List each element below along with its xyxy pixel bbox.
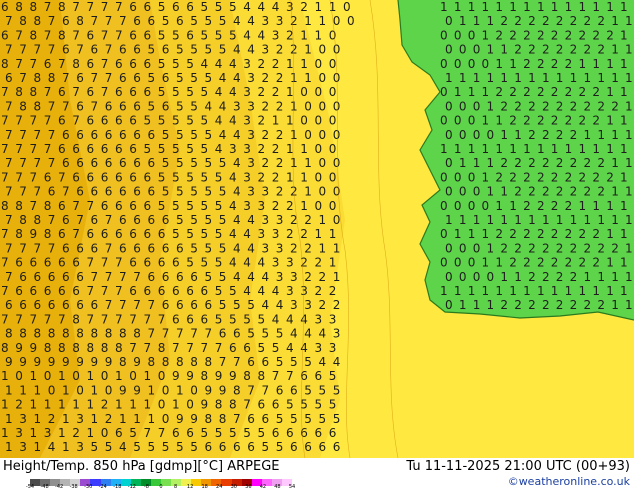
isotherm-row-14: 8 8 7 8 6 7 7 6 6 6 6 5 5 5 5 5 4 3 3 2 … [1, 199, 338, 213]
isotherm-row-15: 7 8 8 7 6 7 6 7 6 6 6 6 5 5 5 5 4 4 3 3 … [5, 213, 342, 227]
colorbar-label-4: -30 [84, 484, 93, 490]
green-row-20: 1 1 1 1 1 1 1 1 1 1 1 1 1 1 1 1 1 1 1 1 … [440, 284, 634, 298]
isotherm-row-26: 1 0 1 0 1 0 1 0 1 0 1 0 9 9 8 9 9 8 8 7 … [1, 369, 338, 383]
colorbar-label-12: 18 [201, 484, 208, 490]
isotherm-row-10: 7 7 7 7 6 6 6 6 6 6 5 5 5 5 5 4 3 3 2 2 … [1, 142, 338, 156]
green-row-17: 0 0 0 1 2 2 2 2 2 2 2 2 2 1 1 1 1 0 0 0 [445, 241, 634, 255]
isotherm-row-22: 7 7 7 7 7 8 7 7 7 7 7 7 6 6 6 5 5 5 5 4 … [1, 312, 338, 326]
isotherm-row-19: 7 6 6 6 6 6 7 7 7 7 6 6 6 6 5 5 4 4 4 3 … [5, 270, 342, 284]
colorbar-label-11: 12 [186, 484, 194, 490]
isotherm-row-24: 8 9 9 8 8 8 8 8 8 7 7 8 7 7 7 7 6 6 5 5 … [1, 341, 338, 355]
green-row-15: 1 1 1 1 1 1 1 1 1 1 1 1 1 1 1 1 1 1 1 1 … [445, 213, 634, 227]
green-row-13: 0 0 0 1 1 2 2 2 2 2 2 2 1 1 1 1 1 1 0 0 [445, 185, 634, 199]
green-row-7: 0 0 0 1 2 2 2 2 2 2 2 2 2 1 1 1 1 0 0 0 [445, 99, 634, 113]
isotherm-row-16: 7 8 9 8 6 7 6 6 6 6 6 6 5 5 5 5 4 4 3 3 … [1, 227, 338, 241]
isotherm-row-25: 9 9 9 9 9 9 9 9 8 9 8 8 8 8 8 7 7 6 6 5 … [5, 355, 342, 369]
colorbar-label-17: 48 [274, 484, 281, 490]
isotherm-row-13: 7 7 7 6 7 6 6 6 6 6 6 5 5 5 5 5 4 3 3 2 … [5, 185, 342, 199]
colorbar-label-1: -48 [40, 484, 49, 490]
green-row-8: 0 0 0 1 1 2 2 2 2 2 2 2 1 1 1 1 1 1 0 0 [440, 114, 634, 128]
isotherm-row-0: 6 8 8 7 8 7 7 7 7 6 6 5 6 6 5 5 5 4 4 4 … [1, 0, 352, 14]
colorbar-label-14: 30 [230, 484, 237, 490]
colorbar-label-3: -38 [69, 484, 78, 490]
colorbar-label-15: 36 [245, 484, 252, 490]
green-row-9: 0 0 0 0 1 1 2 2 2 2 1 1 1 1 1 1 0 0 0 0 [445, 128, 634, 142]
green-zone-labels: 1 1 1 1 1 1 1 1 1 1 1 1 1 1 1 1 1 1 1 1 … [440, 0, 634, 312]
green-row-18: 0 0 0 1 1 2 2 2 2 2 2 2 1 1 1 1 1 1 0 0 [440, 256, 634, 270]
forecast-time: Tu 11-11-2025 21:00 UTC (00+93) [406, 459, 630, 474]
green-row-16: 0 1 1 1 2 2 2 2 2 2 2 2 1 1 1 1 1 1 1 0 [440, 227, 634, 241]
map-title: Height/Temp. 850 hPa [gdmp][°C] ARPEGE [3, 459, 280, 474]
green-row-4: 0 0 0 0 1 1 2 2 2 2 1 1 1 1 1 1 0 0 0 0 [440, 57, 634, 71]
isotherm-row-31: 1 3 1 4 1 3 5 5 4 5 5 5 5 5 6 6 6 6 5 5 … [5, 440, 342, 454]
isotherm-row-28: 1 2 1 1 1 1 1 2 1 1 1 0 1 0 9 8 8 7 6 6 … [1, 398, 338, 412]
green-row-1: 0 1 1 1 2 2 2 2 2 2 2 2 1 1 1 1 1 1 1 0 [445, 14, 634, 28]
isotherm-row-11: 7 7 7 7 6 6 6 6 6 6 6 5 5 5 5 5 4 3 2 2 … [5, 156, 342, 170]
isotherm-row-20: 7 6 6 6 6 6 7 7 7 6 6 6 6 6 6 5 5 4 4 4 … [1, 284, 338, 298]
color-scale-labels: -54 -48 -42 -38 -30 -24 -18 -12 -8 0 8 12 18 24 30 36 42… [26, 484, 296, 490]
colorbar-label-7: -12 [127, 484, 136, 490]
isotherm-row-4: 8 7 7 6 7 8 6 7 6 6 6 5 5 5 4 4 4 3 2 2 … [1, 57, 338, 71]
colorbar-label-16: 42 [259, 484, 267, 490]
colorbar-label-5: -24 [98, 484, 107, 490]
colorbar-label-9: 0 [159, 484, 163, 490]
green-row-5: 1 1 1 1 1 1 1 1 1 1 1 1 1 1 1 1 1 1 1 1 … [445, 71, 634, 85]
isotherm-row-17: 7 7 7 7 6 6 6 7 6 6 6 6 6 5 5 5 4 4 3 3 … [5, 241, 342, 255]
isotherm-row-2: 6 7 8 7 8 7 6 7 7 6 6 5 5 6 5 5 5 4 4 3 … [1, 28, 338, 42]
green-row-11: 0 1 1 1 2 2 2 2 2 2 2 2 1 1 1 1 1 1 1 0 [445, 156, 634, 170]
isotherm-row-8: 7 7 7 7 6 7 6 6 6 6 5 5 5 5 5 4 4 3 2 1 … [1, 114, 338, 128]
isotherm-row-5: 6 7 8 8 7 6 7 7 6 6 5 6 5 5 5 4 4 3 2 2 … [5, 71, 342, 85]
isotherm-row-12: 7 7 7 6 7 6 6 6 6 6 6 5 5 5 5 5 4 3 2 2 … [1, 170, 338, 184]
green-row-6: 0 1 1 1 2 2 2 2 2 2 2 2 1 1 1 1 1 1 1 0 [440, 85, 634, 99]
isotherm-row-9: 7 7 7 7 6 6 6 6 6 6 6 5 5 5 5 4 4 3 2 2 … [5, 128, 342, 142]
colorbar-label-10: 8 [173, 484, 178, 490]
credit-link[interactable]: ©weatheronline.co.uk [508, 475, 630, 488]
isotherm-labels: 6 8 8 7 8 7 7 7 7 6 6 5 6 6 5 5 5 4 4 4 … [1, 0, 356, 454]
green-row-12: 0 0 0 1 2 2 2 2 2 2 2 2 2 1 1 1 1 0 0 0 [440, 170, 634, 184]
map-footer: Height/Temp. 850 hPa [gdmp][°C] ARPEGE T… [0, 458, 634, 490]
isotherm-row-6: 7 8 8 7 6 7 6 7 6 6 6 5 5 5 5 4 4 3 2 2 … [1, 85, 338, 99]
green-row-3: 0 0 0 1 1 2 2 2 2 2 2 2 1 1 1 1 1 1 0 0 [445, 43, 634, 57]
isotherm-row-29: 1 3 1 2 1 3 1 2 1 1 1 0 9 9 8 8 7 6 6 5 … [5, 412, 342, 426]
isotherm-row-21: 6 6 6 6 6 6 6 7 7 7 7 6 6 6 6 5 5 5 4 4 … [5, 298, 342, 312]
green-row-14: 0 0 0 0 1 1 2 2 2 2 1 1 1 1 1 1 0 0 0 0 [440, 199, 634, 213]
isotherm-row-1: 7 8 8 7 6 8 7 7 7 6 6 5 6 5 5 5 4 4 3 3 … [5, 14, 356, 28]
green-row-0: 1 1 1 1 1 1 1 1 1 1 1 1 1 1 1 1 1 1 1 1 … [440, 0, 634, 14]
isotherm-row-7: 7 8 8 7 7 6 7 6 6 6 5 6 5 5 4 4 3 3 2 2 … [5, 99, 342, 113]
colorbar-label-13: 24 [216, 484, 223, 490]
isotherm-row-27: 1 1 1 0 1 0 1 0 9 9 1 0 1 0 9 9 8 7 7 6 … [5, 383, 342, 397]
isotherm-row-3: 7 7 7 7 6 7 6 7 6 6 5 6 5 5 5 5 4 4 3 2 … [5, 43, 342, 57]
isotherm-row-23: 8 8 8 8 8 8 8 8 8 8 7 7 7 7 7 6 6 5 5 5 … [5, 327, 342, 341]
map-canvas: 6 8 8 7 8 7 7 7 7 6 6 5 6 6 5 5 5 4 4 4 … [0, 0, 634, 458]
colorbar-label-18: 54 [288, 484, 296, 490]
green-row-2: 0 0 0 1 2 2 2 2 2 2 2 2 2 1 1 1 1 0 0 0 [440, 28, 634, 42]
colorbar-label-6: -18 [113, 484, 122, 490]
isotherm-row-30: 1 3 1 3 1 2 1 0 6 5 7 7 6 6 5 5 5 5 5 6 … [1, 426, 338, 440]
green-row-19: 0 0 0 0 1 1 2 2 2 2 1 1 1 1 1 1 0 0 0 0 [445, 270, 634, 284]
green-row-21: 0 1 1 1 2 2 2 2 2 2 2 2 1 1 1 1 1 1 1 0 [445, 298, 634, 312]
isotherm-row-18: 7 6 6 6 6 6 7 7 7 6 6 6 6 5 5 5 4 4 4 3 … [1, 256, 338, 270]
colorbar-label-8: -8 [143, 484, 149, 490]
temperature-map: 6 8 8 7 8 7 7 7 7 6 6 5 6 6 5 5 5 4 4 4 … [0, 0, 634, 458]
colorbar-label-2: -42 [55, 484, 64, 490]
colorbar-label-0: -54 [25, 484, 35, 490]
green-row-10: 1 1 1 1 1 1 1 1 1 1 1 1 1 1 1 1 1 1 1 1 … [440, 142, 634, 156]
